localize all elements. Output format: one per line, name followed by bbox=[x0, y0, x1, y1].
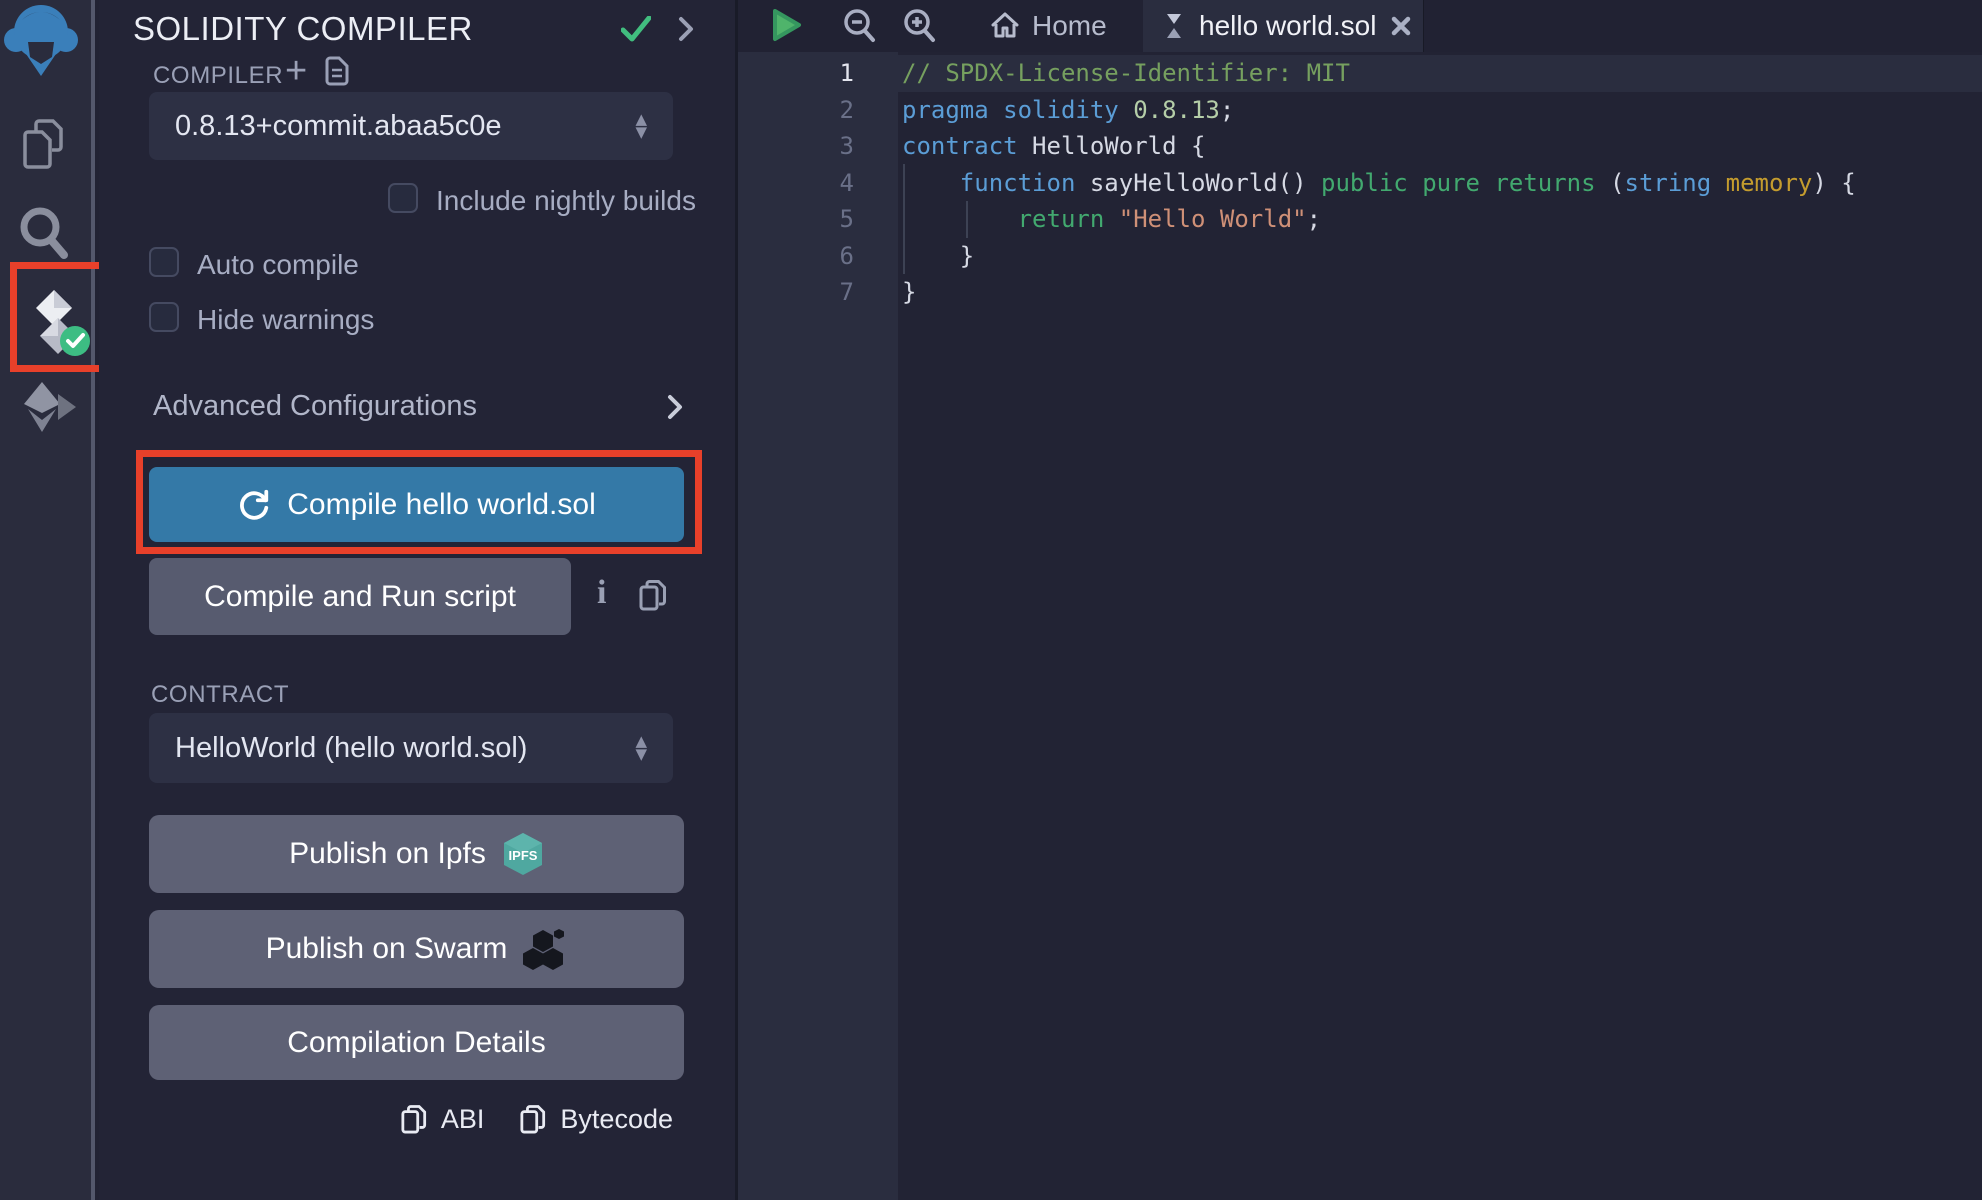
hide-warnings-checkbox[interactable] bbox=[149, 302, 179, 332]
panel-collapse-chevron-icon[interactable] bbox=[677, 15, 695, 43]
advanced-configurations-toggle[interactable]: Advanced Configurations bbox=[153, 390, 477, 423]
run-script-play-icon[interactable] bbox=[771, 7, 803, 43]
svg-text:IPFS: IPFS bbox=[508, 848, 537, 863]
indent-guide bbox=[966, 201, 968, 238]
solidity-file-icon bbox=[1163, 12, 1185, 40]
auto-compile-label: Auto compile bbox=[197, 249, 359, 281]
editor-tab-bar: Home hello world.sol bbox=[738, 0, 1982, 52]
code-line[interactable]: } bbox=[902, 274, 1982, 311]
tab-file-label: hello world.sol bbox=[1199, 10, 1376, 42]
compile-and-run-label: Compile and Run script bbox=[204, 580, 516, 614]
info-icon[interactable]: i bbox=[597, 574, 606, 612]
contract-value: HelloWorld (hello world.sol) bbox=[175, 732, 527, 765]
code-line[interactable]: pragma solidity 0.8.13; bbox=[902, 92, 1982, 129]
deploy-run-icon[interactable] bbox=[20, 380, 80, 434]
close-tab-icon[interactable] bbox=[1390, 15, 1412, 37]
page-title: SOLIDITY COMPILER bbox=[133, 10, 473, 48]
compiler-doc-icon[interactable] bbox=[325, 56, 349, 86]
code-line[interactable]: contract HelloWorld { bbox=[902, 128, 1982, 165]
line-number: 7 bbox=[738, 274, 854, 311]
code-line[interactable]: // SPDX-License-Identifier: MIT bbox=[902, 55, 1982, 92]
tab-hello-world-sol[interactable]: hello world.sol bbox=[1143, 0, 1424, 52]
code-line[interactable]: function sayHelloWorld() public pure ret… bbox=[902, 165, 1982, 202]
line-numbers: 1234567 bbox=[738, 55, 854, 311]
contract-select[interactable]: HelloWorld (hello world.sol) ▲▼ bbox=[149, 713, 673, 783]
line-number: 1 bbox=[738, 55, 854, 92]
tab-home-label: Home bbox=[1032, 10, 1107, 42]
compile-button-label: Compile hello world.sol bbox=[287, 488, 595, 522]
include-nightly-label: Include nightly builds bbox=[436, 185, 696, 217]
code-line[interactable]: return "Hello World"; bbox=[902, 201, 1982, 238]
compilation-details-button[interactable]: Compilation Details bbox=[149, 1005, 684, 1080]
refresh-icon bbox=[237, 488, 271, 522]
advanced-chevron-icon[interactable] bbox=[667, 394, 683, 420]
compiler-version-select[interactable]: 0.8.13+commit.abaa5c0e ▲▼ bbox=[149, 92, 673, 160]
home-icon bbox=[990, 11, 1020, 41]
publish-swarm-button[interactable]: Publish on Swarm bbox=[149, 910, 684, 988]
file-explorer-icon[interactable] bbox=[22, 118, 74, 172]
code-line[interactable]: } bbox=[902, 238, 1982, 275]
line-number: 3 bbox=[738, 128, 854, 165]
zoom-out-icon[interactable] bbox=[842, 8, 876, 44]
code-lines[interactable]: // SPDX-License-Identifier: MITpragma so… bbox=[902, 55, 1982, 311]
compilation-details-label: Compilation Details bbox=[287, 1026, 545, 1060]
ipfs-icon: IPFS bbox=[502, 831, 544, 877]
include-nightly-checkbox[interactable] bbox=[388, 183, 418, 213]
indent-guide bbox=[903, 164, 905, 274]
add-compiler-icon[interactable]: + bbox=[285, 50, 307, 93]
zoom-in-icon[interactable] bbox=[902, 8, 936, 44]
select-caret-icon: ▲▼ bbox=[635, 735, 647, 761]
publish-ipfs-button[interactable]: Publish on Ipfs IPFS bbox=[149, 815, 684, 893]
editor-area: Home hello world.sol 1234567 // SPDX-Lic… bbox=[735, 0, 1982, 1200]
publish-ipfs-label: Publish on Ipfs bbox=[289, 837, 486, 871]
select-caret-icon: ▲▼ bbox=[635, 113, 647, 139]
search-icon[interactable] bbox=[16, 203, 72, 261]
publish-swarm-label: Publish on Swarm bbox=[266, 932, 508, 966]
bytecode-button[interactable]: Bytecode bbox=[560, 1104, 673, 1135]
auto-compile-checkbox[interactable] bbox=[149, 247, 179, 277]
remix-logo[interactable] bbox=[4, 2, 78, 78]
abi-button[interactable]: ABI bbox=[441, 1104, 485, 1135]
tab-home[interactable]: Home bbox=[976, 0, 1121, 52]
contract-section-label: CONTRACT bbox=[151, 681, 289, 709]
compiler-section-label: COMPILER bbox=[153, 62, 283, 90]
line-number: 4 bbox=[738, 165, 854, 202]
solidity-compiler-panel: SOLIDITY COMPILER COMPILER + 0.8.13+comm… bbox=[99, 0, 735, 1200]
copy-run-script-icon[interactable] bbox=[639, 580, 667, 612]
compile-button[interactable]: Compile hello world.sol bbox=[149, 467, 684, 542]
hide-warnings-label: Hide warnings bbox=[197, 304, 374, 336]
swarm-icon bbox=[523, 928, 567, 970]
compile-and-run-button[interactable]: Compile and Run script bbox=[149, 558, 571, 635]
copy-bytecode-icon[interactable] bbox=[520, 1105, 546, 1135]
compiler-version-value: 0.8.13+commit.abaa5c0e bbox=[175, 110, 501, 143]
copy-abi-icon[interactable] bbox=[401, 1105, 427, 1135]
icon-bar bbox=[0, 0, 95, 1200]
line-number: 2 bbox=[738, 92, 854, 129]
compile-success-check-icon bbox=[621, 16, 651, 42]
solidity-compiler-icon[interactable] bbox=[28, 288, 90, 358]
line-number: 6 bbox=[738, 238, 854, 275]
line-number: 5 bbox=[738, 201, 854, 238]
